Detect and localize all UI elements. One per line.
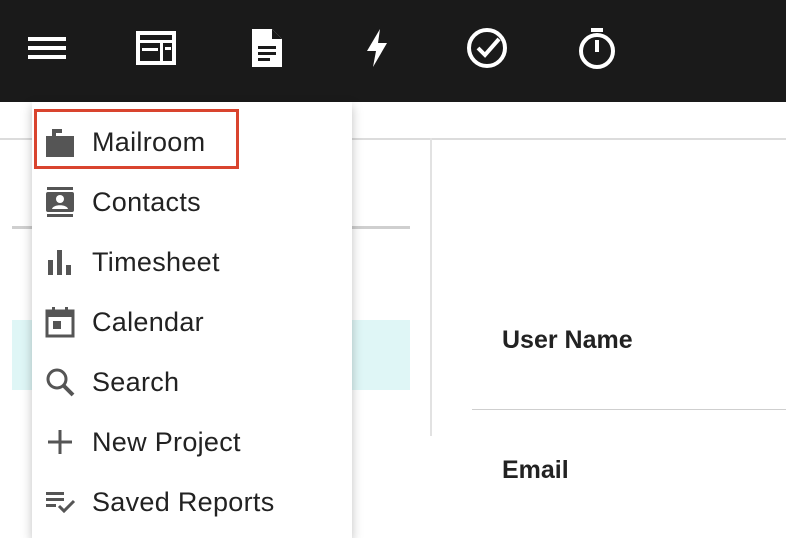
menu-item-search[interactable]: Search xyxy=(32,354,352,410)
menu-item-label: Calendar xyxy=(92,307,204,337)
menu-item-calendar[interactable]: Calendar xyxy=(32,294,352,350)
menu-item-timesheet[interactable]: Timesheet xyxy=(32,234,352,290)
field-separator xyxy=(472,409,786,410)
menu-item-label: Contacts xyxy=(92,187,201,217)
menu-item-new-project[interactable]: New Project xyxy=(32,414,352,470)
dashboard-icon[interactable] xyxy=(134,26,178,70)
menu-item-label: Search xyxy=(92,367,180,397)
top-toolbar xyxy=(0,0,786,102)
plus-icon xyxy=(44,426,76,458)
selection-outline xyxy=(34,109,239,169)
calendar-icon xyxy=(44,306,76,338)
saved-reports-icon xyxy=(44,486,76,518)
contacts-icon xyxy=(44,186,76,218)
menu-item-label: Saved Reports xyxy=(92,487,275,517)
stopwatch-icon[interactable] xyxy=(575,26,619,70)
user-name-label: User Name xyxy=(502,326,633,354)
hamburger-menu-icon[interactable] xyxy=(25,26,69,70)
menu-item-saved-reports[interactable]: Saved Reports xyxy=(32,474,352,530)
search-icon xyxy=(44,366,76,398)
bar-chart-icon xyxy=(44,246,76,278)
lightning-icon[interactable] xyxy=(355,26,399,70)
menu-item-contacts[interactable]: Contacts xyxy=(32,174,352,230)
navigation-dropdown-menu: Mailroom Contacts Timesheet Calendar Sea… xyxy=(32,102,352,538)
document-icon[interactable] xyxy=(244,26,288,70)
menu-item-label: Timesheet xyxy=(92,247,220,277)
check-circle-icon[interactable] xyxy=(465,26,509,70)
menu-item-label: New Project xyxy=(92,427,241,457)
column-divider xyxy=(430,138,432,436)
email-label: Email xyxy=(502,456,569,484)
